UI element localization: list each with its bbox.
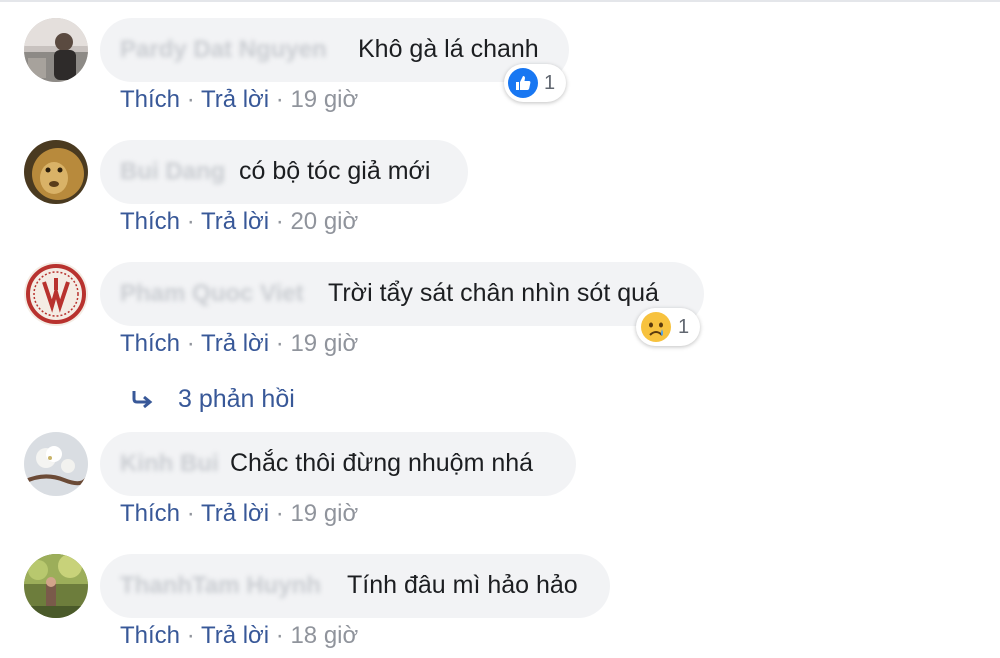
like-link[interactable]: Thích	[120, 500, 180, 527]
comment-bubble: Pham Quoc Viet Trời tẩy sát chân nhìn só…	[100, 262, 704, 326]
separator-dot: ·	[269, 208, 291, 235]
top-divider	[0, 0, 1000, 2]
separator-dot: ·	[180, 208, 201, 235]
replies-label: 3 phản hồi	[178, 385, 295, 413]
reaction-summary[interactable]: 1	[504, 64, 566, 102]
comment-actions: Thích · Trả lời · 20 giờ	[120, 208, 358, 236]
reply-link[interactable]: Trả lời	[201, 208, 269, 235]
comment-time[interactable]: 18 giờ	[290, 622, 358, 649]
comment-time[interactable]: 19 giờ	[290, 86, 358, 113]
comment-bubble: Kinh Bui Chắc thôi đừng nhuộm nhá	[100, 432, 576, 496]
comment-author[interactable]: ThanhTam Huynh	[120, 572, 321, 600]
reply-link[interactable]: Trả lời	[201, 500, 269, 527]
separator-dot: ·	[180, 330, 201, 357]
separator-dot: ·	[180, 86, 201, 113]
separator-dot: ·	[269, 330, 291, 357]
comment-actions: Thích · Trả lời · 19 giờ	[120, 500, 358, 528]
comment-author[interactable]: Kinh Bui	[120, 450, 219, 478]
comment-time[interactable]: 19 giờ	[290, 330, 358, 357]
reaction-summary[interactable]: 1	[636, 308, 700, 346]
like-icon	[508, 68, 538, 98]
comment-bubble: Bui Dang có bộ tóc giả mới	[100, 140, 468, 204]
comment-actions: Thích · Trả lời · 19 giờ	[120, 330, 358, 358]
view-replies-link[interactable]: 3 phản hồi	[130, 385, 295, 414]
avatar[interactable]	[24, 262, 88, 326]
comment-actions: Thích · Trả lời · 18 giờ	[120, 622, 358, 650]
reaction-count: 1	[678, 315, 690, 338]
separator-dot: ·	[180, 500, 201, 527]
like-link[interactable]: Thích	[120, 330, 180, 357]
comment-author[interactable]: Bui Dang	[120, 158, 225, 186]
comment-bubble: Pardy Dat Nguyen Khô gà lá chanh	[100, 18, 569, 82]
separator-dot: ·	[269, 86, 291, 113]
reply-link[interactable]: Trả lời	[201, 86, 269, 113]
separator-dot: ·	[269, 500, 291, 527]
comment-author[interactable]: Pardy Dat Nguyen	[120, 36, 327, 64]
comment-bubble: ThanhTam Huynh Tính đâu mì hảo hảo	[100, 554, 610, 618]
comment-author[interactable]: Pham Quoc Viet	[120, 280, 304, 308]
like-link[interactable]: Thích	[120, 86, 180, 113]
like-link[interactable]: Thích	[120, 208, 180, 235]
separator-dot: ·	[269, 622, 291, 649]
separator-dot: ·	[180, 622, 201, 649]
comment-text: Tính đâu mì hảo hảo	[347, 571, 578, 599]
avatar[interactable]	[24, 554, 88, 618]
comment-text: Khô gà lá chanh	[358, 35, 539, 63]
comment-text: có bộ tóc giả mới	[239, 157, 431, 185]
avatar[interactable]	[24, 432, 88, 496]
sad-icon	[641, 312, 671, 342]
reaction-count: 1	[544, 71, 556, 94]
like-link[interactable]: Thích	[120, 622, 180, 649]
comment-time[interactable]: 20 giờ	[290, 208, 358, 235]
comment-time[interactable]: 19 giờ	[290, 500, 358, 527]
avatar[interactable]	[24, 18, 88, 82]
avatar[interactable]	[24, 140, 88, 204]
comment-actions: Thích · Trả lời · 19 giờ	[120, 86, 358, 114]
comment-text: Trời tẩy sát chân nhìn sót quá	[328, 279, 659, 307]
reply-link[interactable]: Trả lời	[201, 330, 269, 357]
reply-arrow-icon	[132, 390, 153, 408]
comment-text: Chắc thôi đừng nhuộm nhá	[230, 449, 534, 477]
reply-link[interactable]: Trả lời	[201, 622, 269, 649]
